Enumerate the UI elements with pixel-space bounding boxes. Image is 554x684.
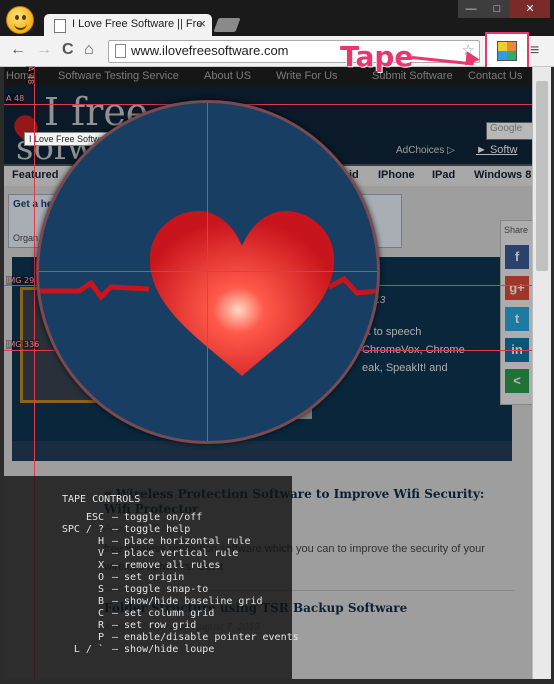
- control-key: R: [97, 620, 104, 631]
- control-description: — show/hide baseline grid: [112, 596, 263, 607]
- control-key: L / `: [73, 644, 104, 655]
- browser-tab[interactable]: I Love Free Software || Fre ×: [44, 14, 212, 36]
- rule-label: A 48: [6, 94, 25, 103]
- avatar[interactable]: [6, 6, 34, 34]
- tape-annotation-label: Tape: [340, 40, 414, 73]
- tape-extension-button[interactable]: [485, 32, 529, 70]
- rule-label: IMG 29: [6, 276, 35, 285]
- close-window-button[interactable]: ✕: [510, 0, 550, 18]
- control-description: — set origin: [112, 572, 185, 583]
- forward-arrow-icon[interactable]: →: [36, 41, 52, 59]
- control-description: — toggle help: [112, 524, 191, 535]
- control-description: — place horizontal rule: [112, 536, 251, 547]
- control-key: C: [97, 608, 104, 619]
- back-arrow-icon[interactable]: ←: [10, 41, 26, 59]
- loupe-crosshair: [207, 103, 208, 441]
- chrome-menu-icon[interactable]: ≡: [530, 42, 539, 60]
- vertical-scrollbar[interactable]: [532, 67, 551, 679]
- control-description: — enable/disable pointer events: [112, 632, 299, 643]
- control-description: — toggle snap-to: [112, 584, 209, 595]
- reload-icon[interactable]: C: [62, 41, 74, 59]
- control-description: — set column grid: [112, 608, 215, 619]
- close-tab-icon[interactable]: ×: [198, 16, 206, 31]
- rule-label: IMG 336: [6, 340, 40, 349]
- control-key: S: [97, 584, 104, 595]
- control-description: — toggle on/off: [112, 512, 203, 523]
- control-key: P: [97, 632, 104, 643]
- tape-extension-icon: [497, 41, 517, 61]
- tape-loupe: [36, 100, 380, 444]
- control-description: — show/hide loupe: [112, 644, 215, 655]
- new-tab-button[interactable]: [213, 18, 241, 32]
- control-key: SPC / ?: [61, 524, 104, 535]
- home-icon[interactable]: ⌂: [84, 41, 94, 59]
- maximize-button[interactable]: □: [484, 0, 510, 18]
- control-description: — remove all rules: [112, 560, 221, 571]
- control-key: V: [97, 548, 104, 559]
- scrollbar-thumb[interactable]: [536, 81, 548, 271]
- control-key: O: [97, 572, 104, 583]
- loupe-crosshair: [39, 271, 377, 272]
- browser-window: I Love Free Software || Fre × — □ ✕ ← → …: [0, 0, 554, 684]
- control-key: B: [97, 596, 104, 607]
- control-description: — place vertical rule: [112, 548, 239, 559]
- control-key: ESC: [85, 512, 104, 523]
- url-text[interactable]: www.ilovefreesoftware.com: [131, 43, 289, 58]
- horizontal-rule[interactable]: [4, 104, 532, 105]
- control-key: X: [97, 560, 104, 571]
- title-bar: I Love Free Software || Fre × — □ ✕: [0, 0, 554, 36]
- panel-title: TAPE CONTROLS: [62, 494, 141, 505]
- annotation-arrowhead: [465, 51, 481, 67]
- tab-title: I Love Free Software || Fre: [72, 18, 202, 30]
- tape-controls-panel: TAPE CONTROLS ESC — toggle on/off SPC / ? —…: [4, 476, 299, 679]
- control-key: H: [97, 536, 104, 547]
- minimize-button[interactable]: —: [458, 0, 484, 18]
- control-description: — set row grid: [112, 620, 197, 631]
- rule-label: A 48: [26, 66, 35, 85]
- page-icon: [115, 44, 126, 58]
- page-icon: [54, 19, 66, 33]
- ecg-line-icon: [39, 275, 377, 301]
